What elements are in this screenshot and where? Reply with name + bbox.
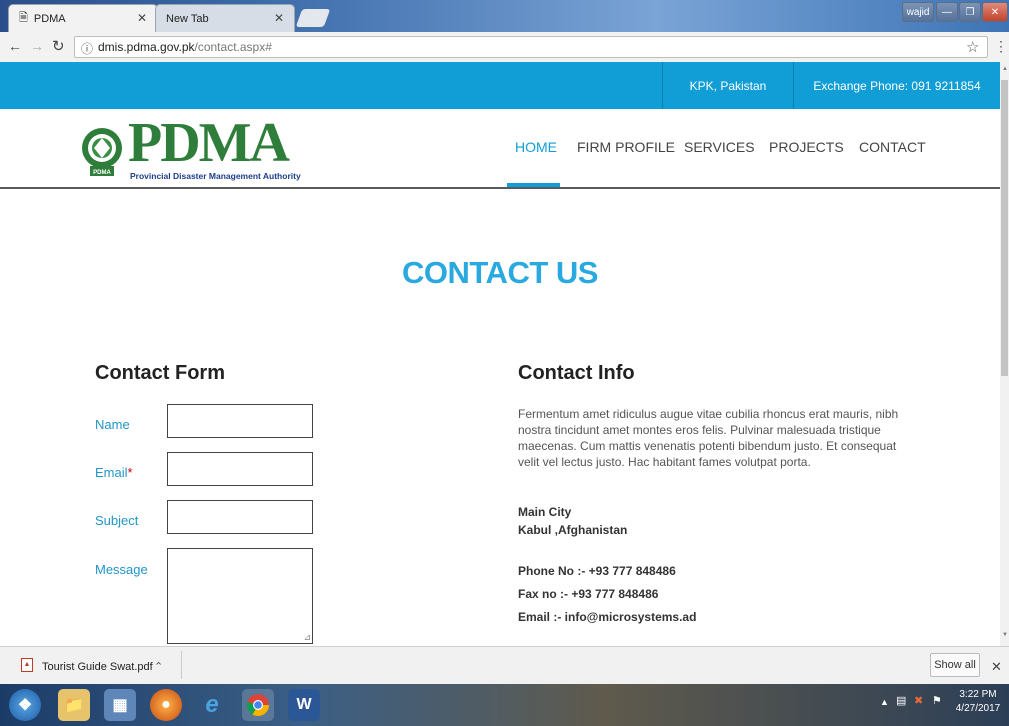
subject-input[interactable] [167, 500, 313, 534]
bookmark-star-icon[interactable]: ☆ [966, 38, 979, 56]
page-icon: 🗎 [19, 12, 28, 24]
logo-brand: PDMA [128, 112, 290, 174]
fax-number: Fax no :- +93 777 848486 [518, 587, 659, 601]
message-label: Message [95, 562, 148, 577]
nav-home[interactable]: HOME [515, 139, 557, 155]
contact-info-heading: Contact Info [518, 362, 635, 384]
page-title: CONTACT US [402, 255, 598, 290]
network-icon[interactable]: ▤ [896, 694, 906, 707]
name-label: Name [95, 417, 130, 432]
tray-app-icon[interactable]: ✖ [914, 694, 923, 707]
nav-contact[interactable]: CONTACT [859, 139, 926, 155]
tab-title: New Tab [166, 12, 209, 25]
pdma-emblem-logo[interactable]: PDMA [78, 122, 126, 178]
taskbar-clock[interactable]: 3:22 PM 4/27/2017 [948, 688, 1008, 716]
back-icon[interactable]: ← [8, 38, 22, 54]
close-tab-icon[interactable]: ✕ [274, 11, 284, 25]
name-input[interactable] [167, 404, 313, 438]
tray-expand-icon[interactable]: ▲ [880, 697, 889, 707]
chevron-up-icon[interactable]: ⌃ [154, 660, 163, 673]
address: Kabul ,Afghanistan [518, 523, 628, 537]
location-text: KPK, Pakistan [662, 62, 793, 109]
subject-label: Subject [95, 513, 139, 528]
calculator-icon[interactable]: ▦ [104, 689, 136, 721]
tab-pdma[interactable]: 🗎 PDMA ✕ [8, 4, 158, 32]
close-window-icon[interactable]: ✕ [982, 2, 1008, 22]
email-address: Email :- info@microsystems.ad [518, 610, 697, 624]
info-icon[interactable]: ⓘ [81, 40, 93, 57]
email-input[interactable] [167, 452, 313, 486]
user-badge[interactable]: wajid [902, 2, 934, 22]
firefox-icon[interactable]: ● [150, 689, 182, 721]
pdf-file-icon: ▲ [21, 658, 33, 672]
scroll-up-icon[interactable]: ▲ [1002, 66, 1008, 72]
word-icon[interactable]: W [288, 689, 320, 721]
contact-form-heading: Contact Form [95, 362, 225, 384]
phone-number: Phone No :- +93 777 848486 [518, 564, 676, 578]
resize-handle-icon[interactable]: ⊿ [303, 632, 311, 643]
nav-projects[interactable]: PROJECTS [769, 139, 844, 155]
minimize-icon[interactable]: — [936, 2, 958, 22]
main-city: Main City [518, 505, 572, 519]
menu-icon[interactable]: ⋮ [994, 38, 1008, 55]
divider [181, 651, 182, 679]
contact-info-description: Fermentum amet ridiculus augue vitae cub… [518, 407, 899, 469]
nav-services[interactable]: SERVICES [684, 139, 755, 155]
clock-date: 4/27/2017 [955, 703, 1001, 714]
url-text: dmis.pdma.gov.pk/contact.aspx# [98, 40, 272, 54]
message-textarea[interactable]: ⊿ [167, 548, 313, 644]
forward-icon[interactable]: → [30, 38, 44, 54]
scroll-down-icon[interactable]: ▼ [1002, 632, 1008, 638]
scrollbar-thumb[interactable] [1001, 80, 1008, 376]
logo-tagline: Provincial Disaster Management Authority [130, 171, 301, 181]
tab-new-tab[interactable]: New Tab ✕ [155, 4, 295, 32]
close-tab-icon[interactable]: ✕ [137, 11, 147, 25]
internet-explorer-icon[interactable]: e [196, 689, 228, 721]
nav-active-indicator [507, 183, 560, 187]
maximize-icon[interactable]: ❐ [959, 2, 981, 22]
svg-text:PDMA: PDMA [93, 170, 111, 176]
file-explorer-icon[interactable]: 📁 [58, 689, 90, 721]
required-mark: * [127, 465, 133, 480]
download-file-name[interactable]: Tourist Guide Swat.pdf [42, 661, 153, 673]
exchange-phone: Exchange Phone: 091 9211854 [793, 62, 1000, 109]
reload-icon[interactable]: ↻ [52, 37, 65, 55]
close-shelf-icon[interactable]: ✕ [991, 659, 1002, 675]
show-all-button[interactable]: Show all [930, 653, 980, 677]
action-center-flag-icon[interactable]: ⚑ [932, 694, 942, 707]
start-orb-icon[interactable]: ❖ [9, 689, 41, 721]
tab-title: PDMA [33, 12, 66, 25]
chrome-icon[interactable] [242, 689, 274, 721]
email-label: Email* [95, 465, 133, 480]
clock-time: 3:22 PM [959, 689, 997, 700]
nav-firm-profile[interactable]: FIRM PROFILE [577, 139, 675, 155]
